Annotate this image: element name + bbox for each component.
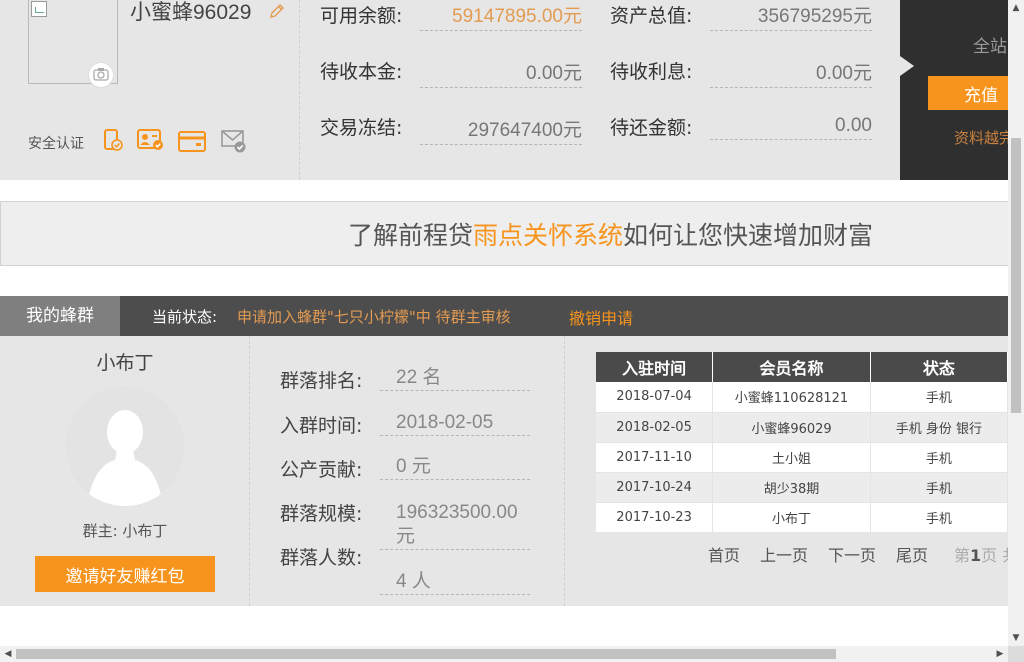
col-member-name: 会员名称 xyxy=(712,352,871,382)
table-cell: 手机 xyxy=(870,442,1008,473)
banner-text[interactable]: 了解前程贷雨点关怀系统如何让您快速增加财富 xyxy=(348,216,873,252)
table-cell: 2017-10-24 xyxy=(596,472,714,503)
bank-card-icon[interactable] xyxy=(178,131,206,157)
col-join-time: 入驻时间 xyxy=(596,352,714,382)
table-cell: 胡少38期 xyxy=(712,472,871,503)
table-cell: 手机 xyxy=(870,382,1008,413)
pending-interest-label: 待收利息: xyxy=(610,61,693,83)
table-cell: 2018-07-04 xyxy=(596,382,714,413)
scroll-right-arrow-icon[interactable]: ▶ xyxy=(992,646,1008,662)
table-cell: 手机 身份 银行 xyxy=(870,412,1008,443)
amount-due-label: 待还金额: xyxy=(610,117,693,139)
owner-line: 群主: 小布丁 xyxy=(82,522,168,540)
join-date-value: 2018-02-05 xyxy=(380,411,530,436)
rank-label: 群落排名: xyxy=(280,370,363,392)
pending-interest-value: 0.00元 xyxy=(710,58,872,88)
contribution-label: 公产贡献: xyxy=(280,459,363,481)
username: 小蜜蜂96029 xyxy=(130,1,252,24)
member-count-label: 群落人数: xyxy=(280,547,363,569)
panel-notch xyxy=(900,56,914,76)
page-prefix: 第 xyxy=(954,546,971,565)
table-row: 2017-11-10 土小姐 手机 xyxy=(596,442,1008,473)
next-page-link[interactable]: 下一页 xyxy=(828,542,876,566)
table-header-row: 入驻时间 会员名称 状态 xyxy=(596,352,1008,382)
table-row: 2018-02-05 小蜜蜂96029 手机 身份 银行 xyxy=(596,412,1008,443)
status-label: 当前状态: xyxy=(152,308,218,326)
table-cell: 手机 xyxy=(870,472,1008,503)
frozen-label: 交易冻结: xyxy=(320,117,403,139)
table-row: 2017-10-24 胡少38期 手机 xyxy=(596,472,1008,503)
page-suffix: 页 共 xyxy=(981,546,1008,565)
edit-icon[interactable] xyxy=(268,2,286,24)
table-cell: 小蜜蜂110628121 xyxy=(712,382,871,413)
scroll-up-arrow-icon[interactable]: ▲ xyxy=(1008,0,1024,16)
tab-my-hive[interactable]: 我的蜂群 xyxy=(0,296,120,336)
rank-value: 22 名 xyxy=(380,366,530,391)
change-avatar-button[interactable] xyxy=(88,62,114,88)
cancel-application-link[interactable]: 撤销申请 xyxy=(569,305,633,329)
scrollbar-corner xyxy=(1008,646,1024,662)
id-card-verified-icon[interactable] xyxy=(137,128,165,156)
table-cell: 2017-10-23 xyxy=(596,502,714,533)
pending-principal-label: 待收本金: xyxy=(320,61,403,83)
camera-icon xyxy=(93,66,109,85)
leader-avatar xyxy=(65,386,185,506)
email-verified-icon[interactable] xyxy=(220,128,248,158)
member-table: 入驻时间 会员名称 状态 2018-07-04 小蜜蜂110628121 手机 … xyxy=(596,352,1008,533)
frozen-value: 297647400元 xyxy=(420,115,582,145)
hive-scale-value: 196323500.00元 xyxy=(380,501,530,550)
join-date-label: 入群时间: xyxy=(280,415,363,437)
total-assets-value: 356795295元 xyxy=(710,1,872,31)
scroll-left-arrow-icon[interactable]: ◀ xyxy=(0,646,16,662)
contribution-value: 0 元 xyxy=(380,455,530,480)
status-text: 申请加入蜂群"七只小柠檬"中 待群主审核 xyxy=(237,308,511,326)
table-cell: 2017-11-10 xyxy=(596,442,714,473)
table-row: 2018-07-04 小蜜蜂110628121 手机 xyxy=(596,382,1008,413)
table-cell: 小蜜蜂96029 xyxy=(712,412,871,443)
page-viewport: 小蜜蜂96029 安全认证 可用余额: 59147895.00元 资产总值: 3… xyxy=(0,0,1008,646)
table-cell: 小布丁 xyxy=(712,502,871,533)
col-status: 状态 xyxy=(870,352,1008,382)
banner-prefix: 了解前程贷 xyxy=(348,221,474,250)
site-summary-title: 全站 xyxy=(973,37,1007,57)
profile-complete-link[interactable]: 资料越完 xyxy=(954,127,1008,148)
account-divider xyxy=(299,0,300,180)
banner-suffix: 如何让您快速增加财富 xyxy=(623,221,874,250)
available-balance-label: 可用余额: xyxy=(320,5,403,27)
last-page-link[interactable]: 尾页 xyxy=(896,542,928,566)
recharge-button[interactable]: 充值 xyxy=(928,76,1008,110)
table-cell: 手机 xyxy=(870,502,1008,533)
member-count-value: 4 人 xyxy=(380,570,530,595)
total-assets-label: 资产总值: xyxy=(610,5,693,27)
first-page-link[interactable]: 首页 xyxy=(708,542,740,566)
available-balance-value: 59147895.00元 xyxy=(420,1,582,31)
page-indicator: 第1页 共 xyxy=(954,542,1008,566)
horizontal-scroll-thumb[interactable] xyxy=(16,649,836,659)
table-row: 2017-10-23 小布丁 手机 xyxy=(596,502,1008,533)
vertical-scroll-thumb[interactable] xyxy=(1011,138,1021,413)
broken-image-icon xyxy=(31,1,47,17)
column-divider xyxy=(564,336,565,606)
column-divider xyxy=(249,336,250,606)
table-cell: 土小姐 xyxy=(712,442,871,473)
phone-verified-icon[interactable] xyxy=(102,128,124,156)
leader-name: 小布丁 xyxy=(96,352,154,374)
pending-principal-value: 0.00元 xyxy=(420,58,582,88)
page-number: 1 xyxy=(970,546,982,565)
banner-highlight: 雨点关怀系统 xyxy=(473,221,624,250)
security-label: 安全认证 xyxy=(28,136,84,152)
scroll-down-arrow-icon[interactable]: ▼ xyxy=(1008,630,1024,646)
prev-page-link[interactable]: 上一页 xyxy=(760,542,808,566)
hive-scale-label: 群落规模: xyxy=(280,503,363,525)
invite-friends-button[interactable]: 邀请好友赚红包 xyxy=(35,556,215,592)
amount-due-value: 0.00 xyxy=(710,115,872,140)
table-cell: 2018-02-05 xyxy=(596,412,714,443)
